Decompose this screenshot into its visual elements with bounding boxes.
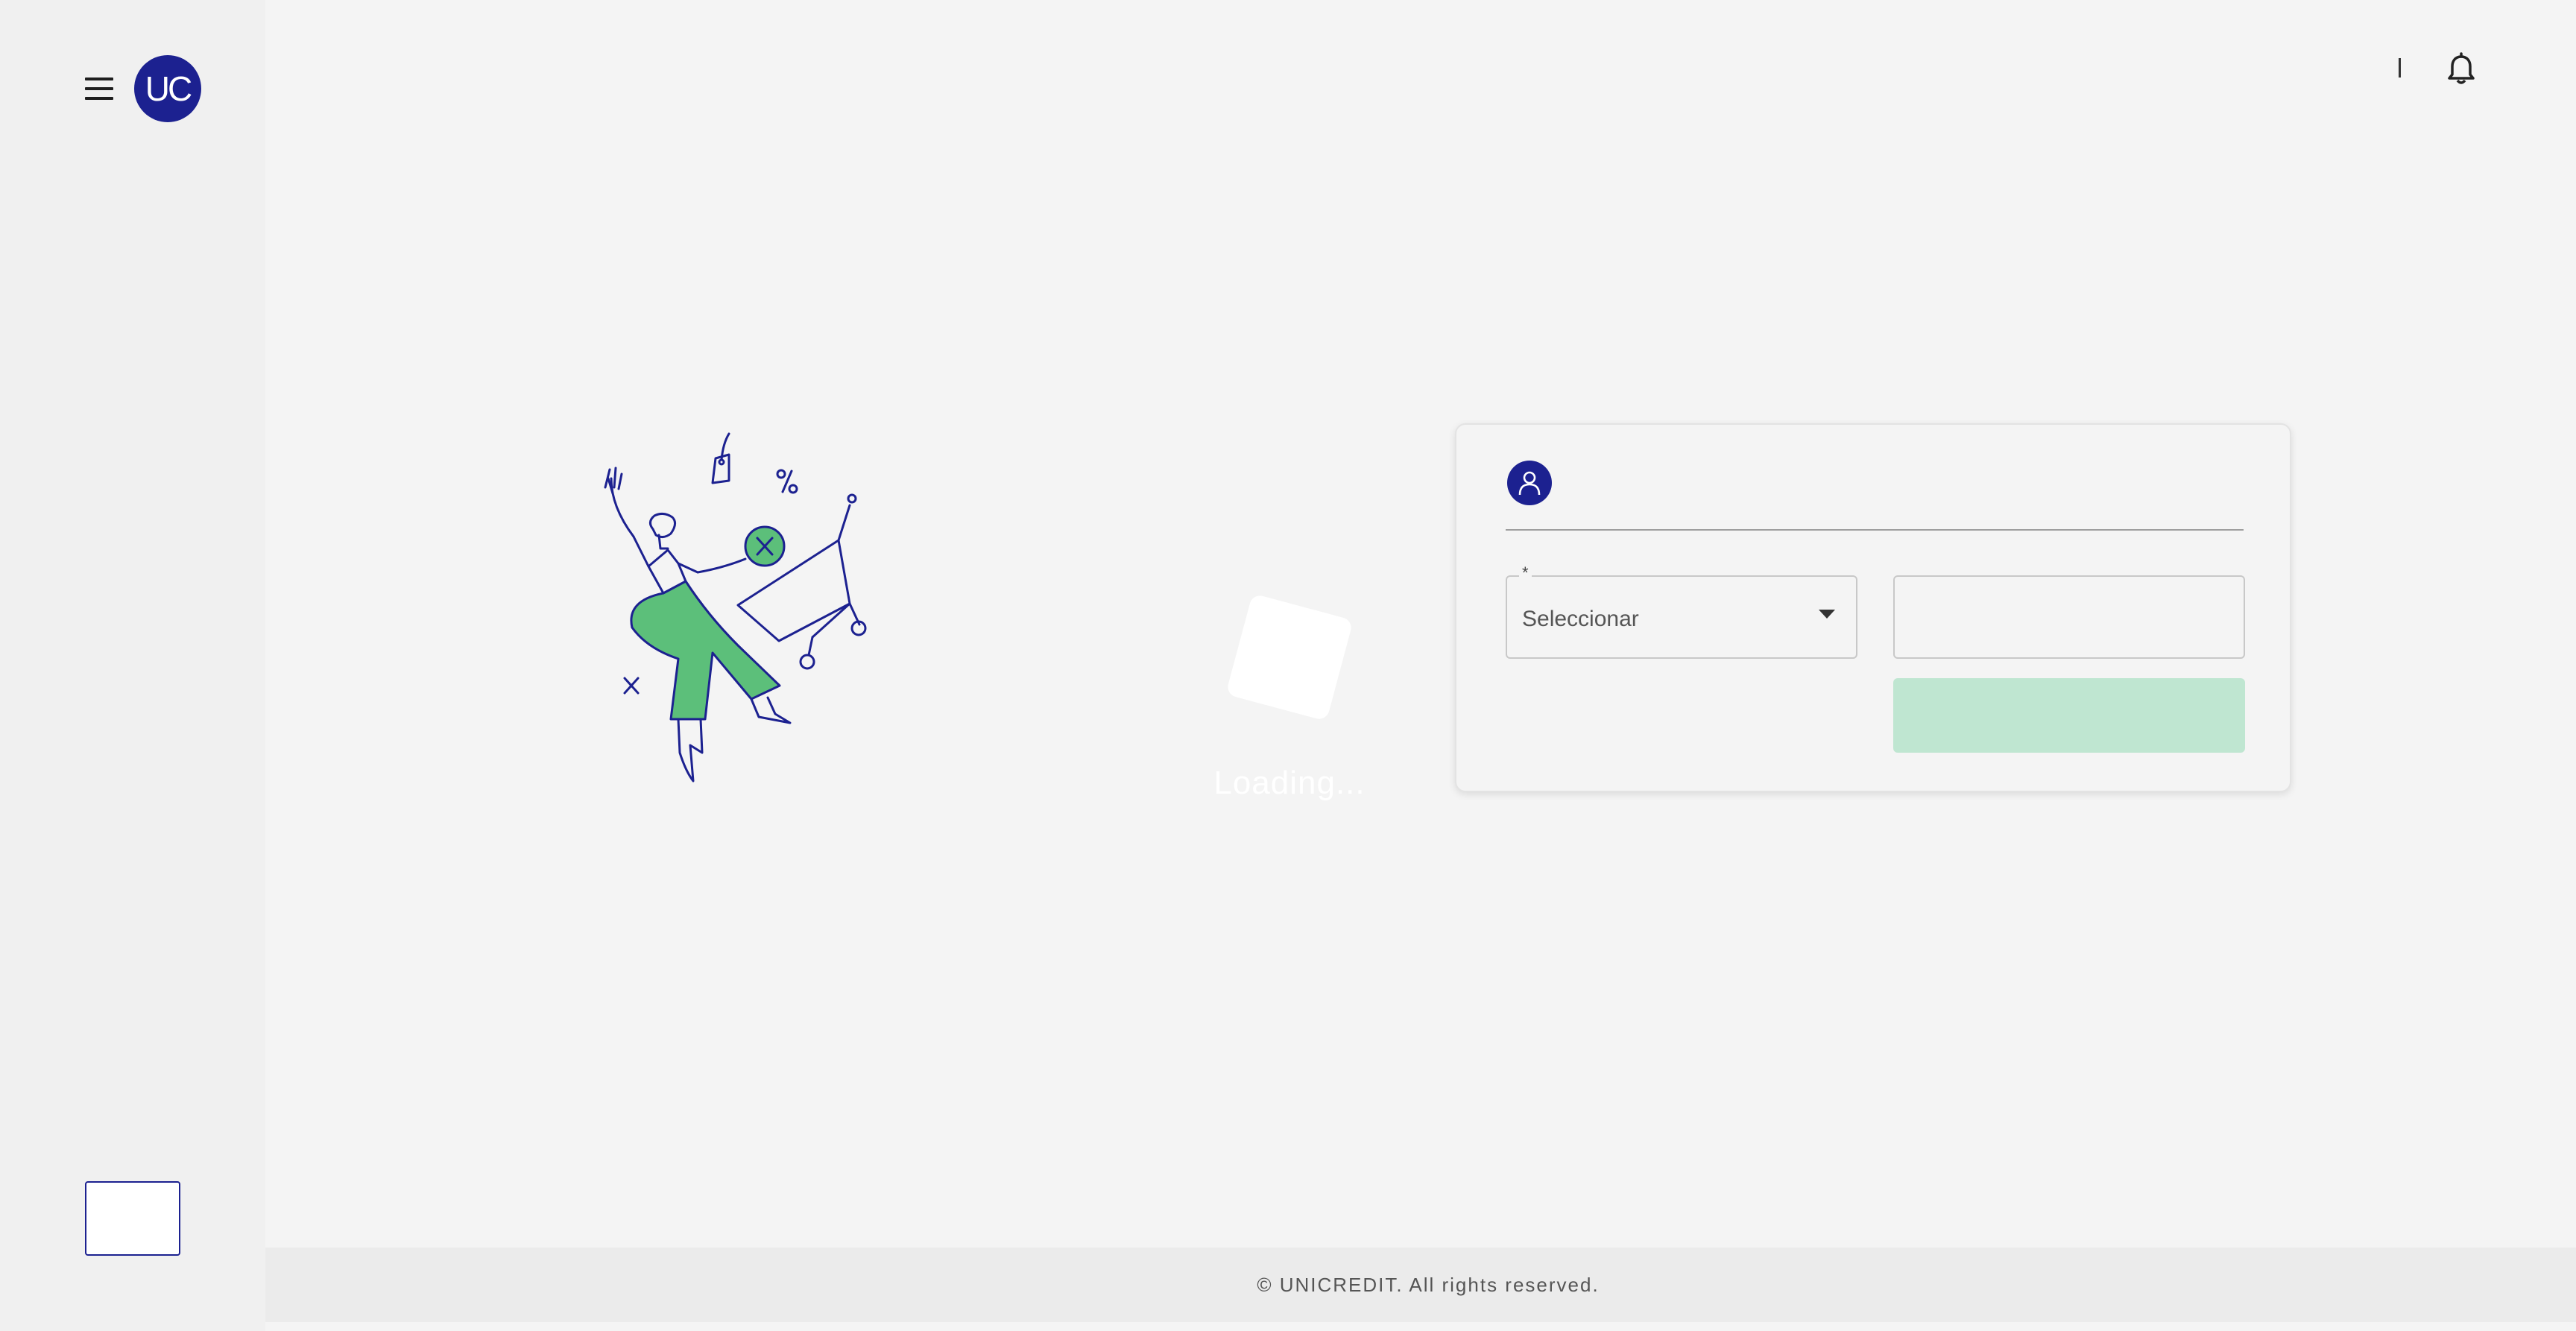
required-marker: * <box>1519 563 1532 583</box>
submit-button[interactable] <box>1893 678 2245 753</box>
unicredit-logo: UC <box>134 55 201 122</box>
loading-text: Loading... <box>1213 765 1366 801</box>
logo-text: UC <box>145 69 192 108</box>
user-icon <box>1507 461 1552 505</box>
bell-icon[interactable] <box>2445 52 2478 86</box>
sidebar-bottom-button[interactable] <box>85 1181 180 1256</box>
document-type-select[interactable]: * Seleccionar <box>1506 563 1857 659</box>
hamburger-menu-icon[interactable] <box>83 75 115 102</box>
app-root: UC Loading... * Seleccionar © UNICREDIT.… <box>0 0 2576 1331</box>
sidebar: UC <box>0 0 265 1331</box>
login-card: * Seleccionar <box>1455 423 2291 792</box>
footer: © UNICREDIT. All rights reserved. <box>265 1248 2576 1322</box>
loading-spinner <box>1225 593 1354 721</box>
header-divider <box>2399 58 2401 78</box>
footer-copyright: © UNICREDIT. All rights reserved. <box>1257 1273 1600 1296</box>
select-placeholder: Seleccionar <box>1522 607 1639 631</box>
caret-down-icon <box>1819 610 1835 619</box>
document-number-input[interactable] <box>1893 575 2245 659</box>
card-divider <box>1506 529 2244 531</box>
shopping-illustration <box>566 425 880 790</box>
